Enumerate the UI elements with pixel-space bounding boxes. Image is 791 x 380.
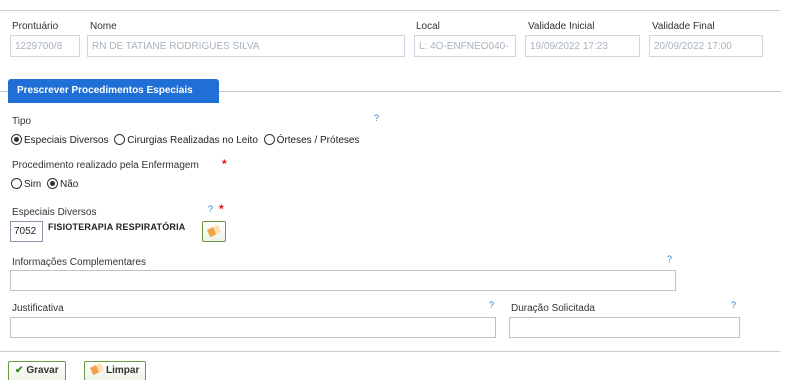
validade-final-field[interactable]: 20/09/2022 17:00 (649, 35, 763, 57)
especiais-clear-button[interactable] (202, 221, 226, 242)
local-field[interactable]: L: 4O-ENFNEO040- (414, 35, 516, 57)
nome-field[interactable]: RN DE TATIANE RODRIGUES SILVA (87, 35, 405, 57)
info-input[interactable] (10, 270, 676, 291)
tipo-label: Tipo (12, 116, 32, 127)
especiais-procedure-name: FISIOTERAPIA RESPIRATÓRIA (48, 222, 186, 232)
check-icon: ✔ (15, 365, 24, 376)
validade-final-label: Validade Final (652, 21, 715, 32)
top-divider (0, 10, 780, 11)
validade-inicial-label: Validade Inicial (528, 21, 595, 32)
bottom-divider (0, 351, 780, 352)
enfermagem-option-nao-label: Não (60, 179, 79, 190)
save-button[interactable]: ✔ Gravar (8, 361, 66, 380)
eraser-icon (206, 224, 222, 238)
enfermagem-option-sim-label: Sim (24, 179, 42, 190)
especiais-code-field[interactable]: 7052 (10, 221, 43, 242)
especiais-help-icon[interactable]: ? (208, 204, 213, 214)
enfermagem-required-icon: * (222, 157, 227, 171)
especiais-required-icon: * (219, 202, 224, 216)
especiais-label: Especiais Diversos (12, 207, 97, 218)
tipo-help-icon[interactable]: ? (374, 113, 379, 123)
enfermagem-radio-sim[interactable] (11, 178, 22, 189)
duracao-input[interactable] (509, 317, 740, 338)
tipo-radio-group: Especiais Diversos Cirurgias Realizadas … (11, 134, 362, 146)
justificativa-input[interactable] (10, 317, 496, 338)
tipo-radio-especiais[interactable] (11, 134, 22, 145)
validade-inicial-field[interactable]: 19/09/2022 17:23 (525, 35, 640, 57)
clear-button-label: Limpar (106, 365, 140, 376)
clear-button[interactable]: Limpar (84, 361, 147, 380)
tipo-option-cirurgias-label: Cirurgias Realizadas no Leito (127, 135, 258, 146)
info-help-icon[interactable]: ? (667, 254, 672, 264)
enfermagem-radio-group: Sim Não (11, 178, 81, 190)
save-button-label: Gravar (26, 365, 59, 376)
justificativa-help-icon[interactable]: ? (489, 300, 494, 310)
info-label: Informações Complementares (12, 257, 146, 268)
prontuario-label: Prontuário (12, 21, 59, 32)
tipo-option-especiais-label: Especiais Diversos (24, 135, 109, 146)
local-label: Local (416, 21, 440, 32)
prontuario-field[interactable]: 1229700/8 (10, 35, 80, 57)
section-title: Prescrever Procedimentos Especiais (8, 79, 219, 103)
enfermagem-label: Procedimento realizado pela Enfermagem (12, 160, 199, 171)
tipo-option-orteses-label: Órteses / Próteses (276, 135, 360, 146)
nome-label: Nome (90, 21, 117, 32)
tipo-radio-cirurgias[interactable] (114, 134, 126, 145)
tipo-radio-orteses[interactable] (263, 134, 275, 145)
enfermagem-radio-nao[interactable] (47, 178, 59, 189)
duracao-help-icon[interactable]: ? (731, 300, 736, 310)
duracao-label: Duração Solicitada (511, 303, 595, 314)
justificativa-label: Justificativa (12, 303, 64, 314)
eraser-icon (89, 362, 105, 376)
